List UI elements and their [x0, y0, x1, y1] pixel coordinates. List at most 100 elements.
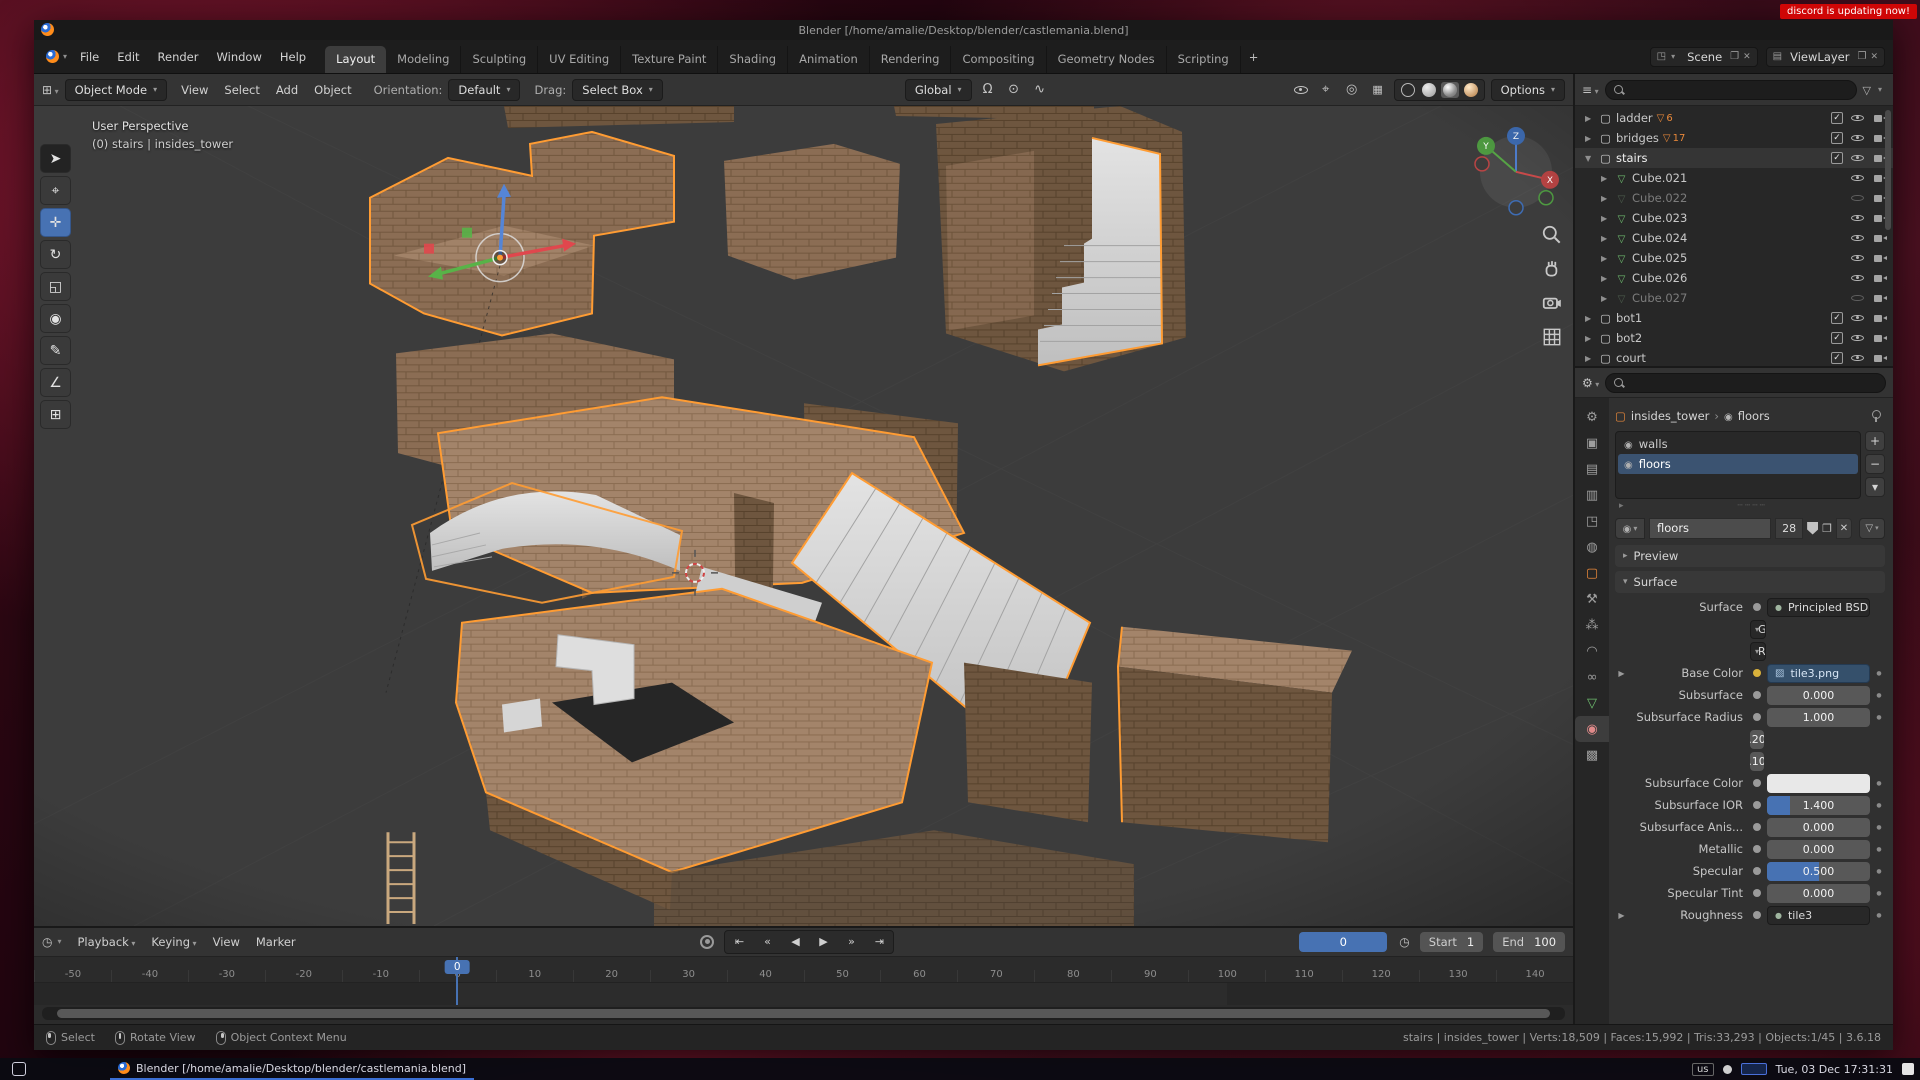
- topbar-menu-item[interactable]: Help: [271, 46, 315, 68]
- zoom-icon[interactable]: [1541, 224, 1563, 246]
- preview-panel-header[interactable]: ▸ Preview: [1615, 545, 1885, 567]
- hide-eye-icon[interactable]: [1850, 151, 1865, 165]
- outliner-row[interactable]: ▶ Cube.023: [1575, 208, 1893, 228]
- property-value-field[interactable]: 0.000: [1767, 818, 1870, 837]
- outliner-scrollbar[interactable]: [1885, 110, 1891, 230]
- hide-eye-icon[interactable]: [1850, 351, 1865, 365]
- orientation-dropdown[interactable]: Default: [448, 79, 520, 101]
- tool-button[interactable]: ⊞: [40, 400, 71, 429]
- hide-eye-icon[interactable]: [1850, 171, 1865, 185]
- drag-dropdown[interactable]: Select Box: [572, 79, 663, 101]
- socket-decorator-icon[interactable]: [1753, 911, 1761, 919]
- pan-hand-icon[interactable]: [1541, 258, 1563, 280]
- outliner-row[interactable]: ▶ bot2: [1575, 328, 1893, 348]
- render-visibility-camera-icon[interactable]: [1872, 351, 1887, 365]
- outliner-row[interactable]: ▶ Cube.022: [1575, 188, 1893, 208]
- outliner-row[interactable]: ▶ Cube.026: [1575, 268, 1893, 288]
- disclosure-triangle-icon[interactable]: ▶: [1601, 254, 1611, 263]
- tool-button[interactable]: ✎: [40, 336, 71, 365]
- mode-dropdown[interactable]: Object Mode: [65, 79, 167, 101]
- view-layer-selector[interactable]: ViewLayer: [1766, 47, 1885, 67]
- keyframe-dot-icon[interactable]: ●: [1873, 714, 1885, 721]
- breadcrumb-material[interactable]: floors: [1738, 409, 1770, 423]
- viewport-3d-scene[interactable]: Z Y X: [34, 106, 1573, 926]
- fake-user-shield-icon[interactable]: [1807, 522, 1818, 535]
- disclosure-triangle-icon[interactable]: ▶: [1601, 174, 1611, 183]
- outliner-item-name[interactable]: Cube.025: [1632, 251, 1687, 265]
- window-titlebar[interactable]: Blender [/home/amalie/Desktop/blender/ca…: [34, 20, 1893, 40]
- remove-slot-button[interactable]: −: [1865, 454, 1885, 474]
- properties-tab[interactable]: ◉: [1575, 716, 1609, 742]
- frame-end-field[interactable]: End 100: [1493, 932, 1565, 952]
- unlink-material-button[interactable]: [1836, 518, 1852, 539]
- hide-eye-icon[interactable]: [1850, 131, 1865, 145]
- socket-decorator-icon[interactable]: [1753, 823, 1761, 831]
- socket-decorator-icon[interactable]: [1753, 801, 1761, 809]
- tool-button[interactable]: ➤: [40, 144, 71, 173]
- material-slot-name[interactable]: floors: [1639, 457, 1671, 471]
- property-value-field[interactable]: 0.500: [1767, 862, 1870, 881]
- disclosure-triangle-icon[interactable]: ▶: [1585, 314, 1595, 323]
- add-slot-button[interactable]: +: [1865, 431, 1885, 451]
- disclosure-triangle-icon[interactable]: ▶: [1585, 114, 1595, 123]
- workspace-tab[interactable]: Scripting: [1167, 46, 1241, 73]
- outliner-item-name[interactable]: Cube.023: [1632, 211, 1687, 225]
- hide-eye-icon[interactable]: [1850, 231, 1865, 245]
- hide-eye-icon[interactable]: [1850, 331, 1865, 345]
- keyboard-layout-indicator[interactable]: us: [1692, 1063, 1714, 1076]
- transport-button[interactable]: «: [754, 932, 780, 952]
- hide-eye-icon[interactable]: [1850, 211, 1865, 225]
- hide-eye-icon[interactable]: [1850, 291, 1865, 305]
- selectability-checkbox[interactable]: [1831, 132, 1843, 144]
- outliner-item-name[interactable]: Cube.021: [1632, 171, 1687, 185]
- selectability-checkbox[interactable]: [1831, 112, 1843, 124]
- workspace-tab[interactable]: Compositing: [951, 46, 1046, 73]
- transport-button[interactable]: ▶: [810, 932, 836, 952]
- timeline-menu-item[interactable]: Playback: [70, 932, 144, 952]
- hide-eye-icon[interactable]: [1850, 191, 1865, 205]
- show-gizmo-icon[interactable]: [1316, 82, 1336, 97]
- disclosure-triangle-icon[interactable]: ▶: [1585, 334, 1595, 343]
- use-preview-range-icon[interactable]: [1399, 935, 1409, 949]
- topbar-menu-item[interactable]: File: [71, 46, 108, 68]
- properties-tab[interactable]: ▤: [1575, 456, 1609, 482]
- outliner-item-name[interactable]: bot1: [1616, 311, 1642, 325]
- properties-tab[interactable]: ⚙: [1575, 404, 1609, 430]
- property-value-field[interactable]: tile3.png: [1767, 664, 1870, 683]
- add-workspace-button[interactable]: +: [1241, 44, 1267, 70]
- selectability-checkbox[interactable]: [1831, 152, 1843, 164]
- material-users-count[interactable]: 28: [1775, 518, 1803, 539]
- timeline-track[interactable]: [34, 983, 1573, 1005]
- disclosure-triangle-icon[interactable]: ▶: [1601, 294, 1611, 303]
- viewport-options-dropdown[interactable]: Options: [1491, 79, 1565, 101]
- socket-decorator-icon[interactable]: [1753, 867, 1761, 875]
- workspace-tab[interactable]: Geometry Nodes: [1047, 46, 1167, 73]
- tool-button[interactable]: ◱: [40, 272, 71, 301]
- copy-scene-icon[interactable]: [1730, 51, 1739, 62]
- render-visibility-camera-icon[interactable]: [1872, 271, 1887, 285]
- object-visibility-icon[interactable]: [1292, 82, 1310, 98]
- transport-button[interactable]: ◀: [782, 932, 808, 952]
- topbar-menu-item[interactable]: Edit: [108, 46, 148, 68]
- taskbar-app-button[interactable]: Blender [/home/amalie/Desktop/blender/ca…: [110, 1058, 474, 1080]
- shading-wireframe-button[interactable]: [1399, 82, 1417, 98]
- material-slot-name[interactable]: walls: [1639, 437, 1668, 451]
- timeline-menu-item[interactable]: View: [205, 932, 248, 952]
- keyframe-dot-icon[interactable]: ●: [1873, 780, 1885, 787]
- outliner-row[interactable]: ▶ Cube.025: [1575, 248, 1893, 268]
- unlink-scene-icon[interactable]: [1743, 51, 1751, 62]
- breadcrumb-object[interactable]: insides_tower: [1631, 409, 1710, 423]
- scene-name[interactable]: Scene: [1683, 50, 1726, 64]
- slot-list-grip[interactable]: ▸ ┄┄┄┄: [1615, 499, 1885, 513]
- show-desktop-button[interactable]: [1902, 1063, 1914, 1075]
- properties-tab[interactable]: ◍: [1575, 534, 1609, 560]
- timeline-scrollbar[interactable]: [42, 1007, 1565, 1020]
- outliner-item-name[interactable]: court: [1616, 351, 1646, 365]
- workspace-tab[interactable]: Shading: [718, 46, 788, 73]
- material-slot[interactable]: floors: [1618, 454, 1858, 474]
- properties-editor-icon[interactable]: ⚙: [1582, 376, 1599, 390]
- render-visibility-camera-icon[interactable]: [1872, 231, 1887, 245]
- socket-decorator-icon[interactable]: [1753, 669, 1761, 677]
- socket-decorator-icon[interactable]: [1753, 691, 1761, 699]
- outliner-search-input[interactable]: [1605, 80, 1857, 100]
